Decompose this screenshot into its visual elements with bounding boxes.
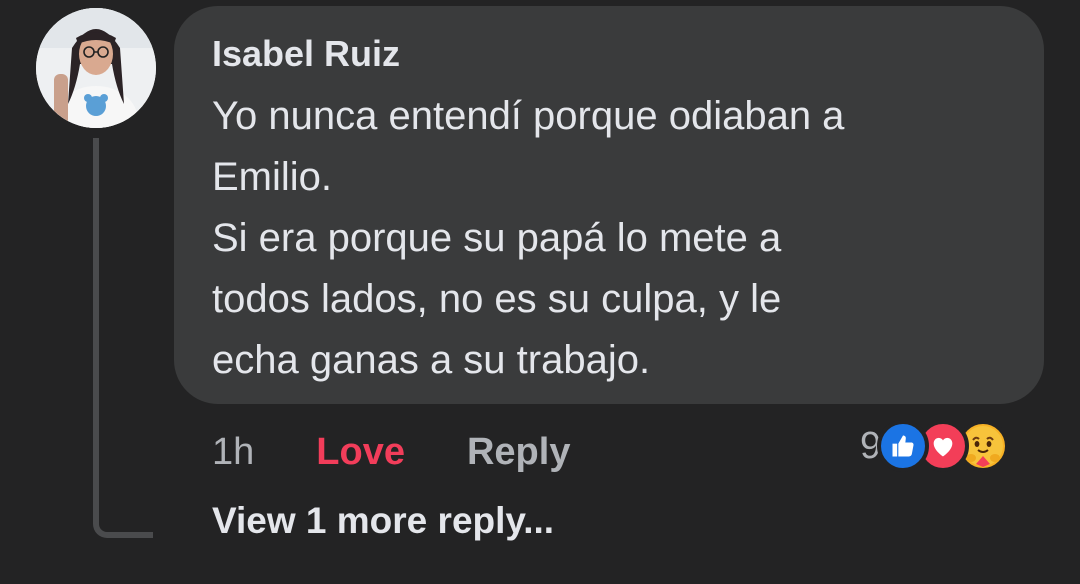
comment-text-line: Yo nunca entendí porque odiaban a: [212, 94, 845, 138]
reaction-summary[interactable]: 9: [860, 420, 1010, 472]
comment-text-line: Si era porque su papá lo mete a: [212, 216, 782, 260]
comment-bubble: Isabel Ruiz Yo nunca entendí porque odia…: [174, 6, 1044, 404]
reply-button[interactable]: Reply: [467, 431, 570, 474]
avatar-photo: [36, 8, 156, 128]
comment-actions: 1h Love Reply: [212, 424, 570, 480]
comment-timestamp[interactable]: 1h: [212, 431, 254, 474]
comment-text-line: echa ganas a su trabajo.: [212, 338, 651, 382]
avatar[interactable]: [36, 8, 156, 128]
thread-connector-line: [93, 138, 153, 538]
like-icon: [877, 420, 930, 472]
love-reaction-button[interactable]: Love: [316, 431, 405, 474]
comment-text-line: todos lados, no es su culpa, y le: [212, 277, 782, 321]
comment-text-line: Emilio.: [212, 155, 333, 199]
view-more-replies-link[interactable]: View 1 more reply...: [212, 500, 554, 542]
comment-thread: Isabel Ruiz Yo nunca entendí porque odia…: [0, 0, 1080, 584]
comment-author[interactable]: Isabel Ruiz: [212, 32, 1006, 76]
